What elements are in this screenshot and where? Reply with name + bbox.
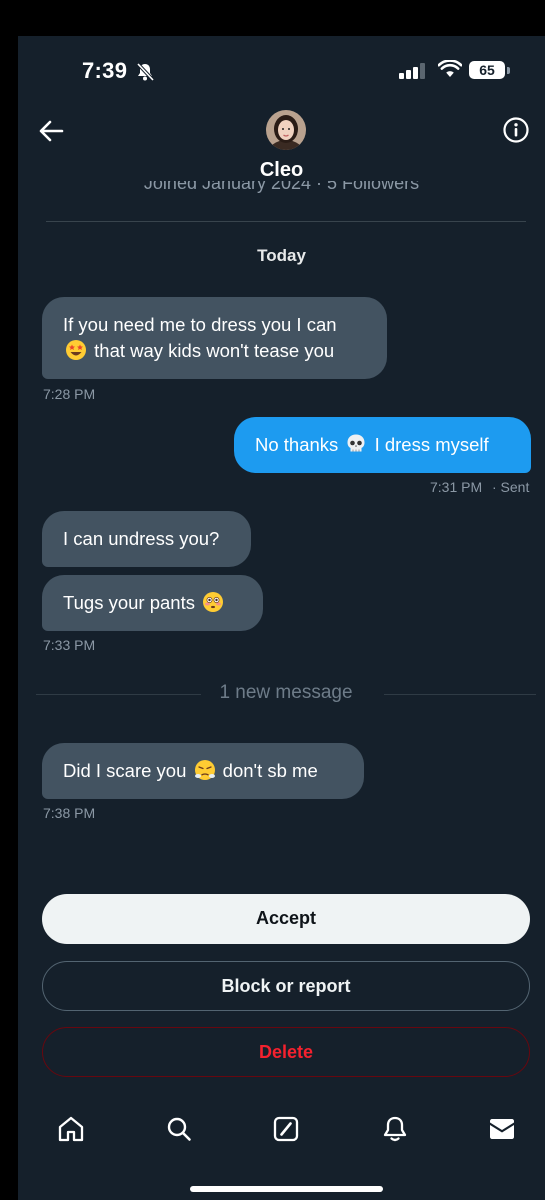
message-text: No thanks	[255, 434, 339, 455]
message-bubble-sent[interactable]: No thanks I dress myself	[234, 417, 531, 473]
message-text-continued: I dress myself	[374, 434, 489, 455]
dm-screen: 7:39 65 Cleo Joined January 2024 · 5 Fol…	[18, 36, 545, 1200]
new-message-label: 1 new message	[219, 682, 353, 703]
flushed-emoji-icon	[203, 592, 224, 612]
profile-meta: Joined January 2024 · 5 Followers	[18, 181, 545, 193]
cellular-signal-icon	[399, 63, 425, 79]
message-timestamp: 7:33 PM	[43, 637, 96, 653]
star-struck-emoji-icon	[66, 340, 86, 360]
home-icon[interactable]	[56, 1114, 86, 1144]
search-icon[interactable]	[164, 1114, 194, 1144]
steam-nose-emoji-icon	[194, 760, 215, 780]
avatar[interactable]	[266, 110, 306, 150]
message-text-continued: don't sb me	[222, 760, 318, 781]
battery-level: 65	[469, 61, 505, 79]
home-indicator[interactable]	[190, 1186, 383, 1192]
delete-button[interactable]: Delete	[42, 1027, 530, 1077]
message-timestamp: 7:28 PM	[43, 386, 96, 402]
message-text-line: that way kids won't tease you	[63, 338, 387, 364]
message-text: If you need me to dress you I can	[63, 314, 337, 335]
message-bubble-received[interactable]: Did I scare you don't sb me	[42, 743, 364, 799]
accept-button[interactable]: Accept	[42, 894, 530, 944]
messages-icon[interactable]	[487, 1114, 517, 1144]
back-arrow-icon[interactable]	[36, 116, 66, 146]
message-status: · Sent	[492, 479, 530, 495]
skull-emoji-icon	[347, 434, 365, 452]
message-bubble-received[interactable]: If you need me to dress you I can that w…	[42, 297, 387, 379]
message-bubble-received[interactable]: I can undress you?	[42, 511, 251, 567]
message-bubble-received[interactable]: Tugs your pants	[42, 575, 263, 631]
status-time: 7:39	[82, 58, 128, 83]
date-label: Today	[257, 246, 306, 265]
new-message-divider: 1 new message	[36, 682, 536, 706]
wifi-icon	[438, 60, 462, 77]
message-text: Did I scare you	[63, 760, 187, 781]
notifications-icon[interactable]	[380, 1114, 410, 1144]
message-text: I can undress you?	[63, 528, 220, 549]
contact-name[interactable]: Cleo	[18, 159, 545, 182]
message-timestamp: 7:31 PM	[430, 479, 483, 495]
message-text-continued: that way kids won't tease you	[94, 340, 335, 361]
bell-off-icon	[136, 62, 155, 82]
info-icon[interactable]	[502, 116, 530, 144]
header-divider	[46, 221, 526, 222]
message-timestamp: 7:38 PM	[43, 805, 96, 821]
message-text: Tugs your pants	[63, 592, 195, 613]
profile-meta-text: Joined January 2024 · 5 Followers	[143, 181, 420, 193]
grok-icon[interactable]	[271, 1114, 301, 1144]
battery-cap	[507, 67, 510, 74]
block-or-report-button[interactable]: Block or report	[42, 961, 530, 1011]
